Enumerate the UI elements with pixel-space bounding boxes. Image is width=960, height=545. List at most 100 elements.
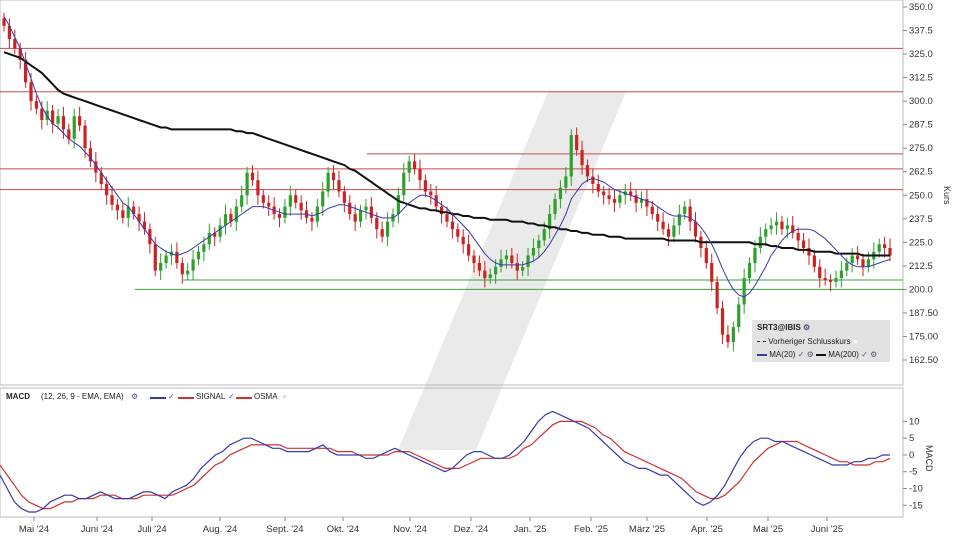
price-tick-label: 262.5: [909, 167, 933, 178]
candle-body: [83, 125, 87, 149]
candle-body: [310, 217, 314, 222]
candle-body: [364, 206, 368, 211]
ma20-line-icon: [757, 353, 767, 356]
date-tick-label: Jan. '25: [514, 524, 547, 535]
candle-body: [326, 172, 330, 192]
candle-body: [607, 195, 611, 200]
candle-body: [504, 255, 509, 260]
moving-averages: [3, 16, 891, 298]
candle-body: [342, 191, 346, 203]
candle-body: [866, 259, 870, 267]
candle-body: [688, 206, 692, 222]
candle-body: [358, 210, 363, 222]
candle-body: [72, 116, 76, 139]
date-tick-label: März '25: [629, 524, 665, 535]
candle-body: [450, 221, 455, 230]
candle-body: [769, 225, 773, 230]
candle-body: [510, 255, 514, 264]
osma-line-icon: [236, 397, 252, 399]
candle-body: [764, 229, 768, 237]
candle-body: [186, 270, 190, 275]
candle-body: [121, 210, 125, 218]
price-legend: SRT3@IBIS ⚙ Vorheriger Schlusskurs ● MA(…: [752, 320, 890, 362]
osma-label: OSMA: [254, 392, 278, 401]
candle-body: [683, 206, 687, 215]
candle-body: [456, 229, 460, 237]
candle-body: [747, 263, 752, 279]
candle-body: [774, 221, 779, 226]
price-tick-label: 350.0: [909, 2, 933, 13]
candle-body: [585, 165, 590, 177]
date-tick-label: Dez. '24: [454, 524, 489, 535]
price-tick-label: 200.0: [909, 284, 933, 295]
candle-body: [602, 191, 606, 196]
candle-body: [234, 206, 238, 222]
check-icon[interactable]: ✓: [861, 350, 868, 359]
candle-body: [521, 266, 525, 271]
candle-body: [250, 172, 255, 181]
legend-ma: MA(20) ✓ ⚙ MA(200) ✓ ⚙: [757, 350, 877, 359]
date-tick-label: Juni '24: [81, 524, 113, 535]
candle-body: [34, 101, 39, 109]
candle-body: [472, 255, 476, 264]
candle-body: [288, 195, 292, 207]
candle-body: [337, 180, 341, 192]
candle-body: [467, 244, 471, 256]
candle-body: [704, 247, 708, 264]
settings-icon[interactable]: ⚙: [803, 323, 810, 332]
legend-symbol-text: SRT3@IBIS: [757, 323, 801, 332]
macd-tick-label: 10: [909, 416, 920, 427]
candle-body: [526, 255, 530, 267]
candle-body: [839, 270, 843, 279]
check-icon[interactable]: ✓: [168, 392, 175, 401]
candle-body: [753, 247, 757, 264]
candle-body: [731, 327, 735, 343]
candle-body: [726, 334, 730, 343]
candle-body: [845, 263, 849, 271]
price-tick-label: 175.00: [909, 331, 938, 342]
settings-icon[interactable]: ⚙: [807, 350, 814, 359]
candle-body: [499, 259, 503, 267]
candle-body: [29, 82, 33, 102]
candle-body: [407, 161, 411, 173]
toggle-circle-icon[interactable]: ●: [853, 337, 858, 346]
date-tick-label: Okt. '24: [327, 524, 359, 535]
dashed-line-icon: [757, 341, 766, 343]
price-tick-label: 187.50: [909, 308, 938, 319]
candle-body: [834, 278, 838, 282]
date-tick-label: Juli '24: [137, 524, 166, 535]
legend-symbol: SRT3@IBIS ⚙: [757, 323, 810, 332]
candle-body: [110, 195, 114, 205]
candle-body: [40, 108, 44, 120]
date-tick-label: Nov. '24: [393, 524, 427, 535]
settings-icon[interactable]: ⚙: [131, 392, 138, 401]
candle-body: [218, 225, 222, 237]
candle-body: [515, 263, 519, 271]
macd-tick-label: -5: [909, 467, 917, 478]
price-tick-label: 287.5: [909, 120, 933, 131]
price-tick-label: 250.0: [909, 190, 933, 201]
candle-body: [423, 180, 427, 192]
candle-body: [612, 199, 617, 203]
price-tick-label: 312.5: [909, 73, 933, 84]
candle-body: [812, 255, 816, 267]
candle-body: [888, 247, 892, 256]
price-axis: 350.0 337.5 325.0 312.5 300.0 287.5 275.0 262.5…: [903, 2, 938, 366]
candle-body: [380, 229, 384, 237]
candle-body: [542, 229, 546, 241]
candle-body: [283, 206, 287, 218]
date-tick-label: Juni '25: [811, 524, 843, 535]
candle-body: [299, 202, 303, 211]
settings-icon[interactable]: ⚙: [870, 350, 877, 359]
legend-ma200-label: MA(200): [828, 350, 859, 359]
candle-body: [850, 255, 854, 264]
candle-body: [445, 214, 449, 222]
check-icon[interactable]: ✓: [228, 392, 235, 401]
toggle-circle-icon[interactable]: ●: [282, 392, 287, 401]
candle-body: [240, 195, 244, 207]
candle-body: [105, 183, 109, 196]
candle-body: [477, 263, 482, 271]
price-axis-label: Kurs: [942, 186, 952, 205]
ma200-line-icon: [816, 353, 827, 356]
check-icon[interactable]: ✓: [798, 350, 805, 359]
